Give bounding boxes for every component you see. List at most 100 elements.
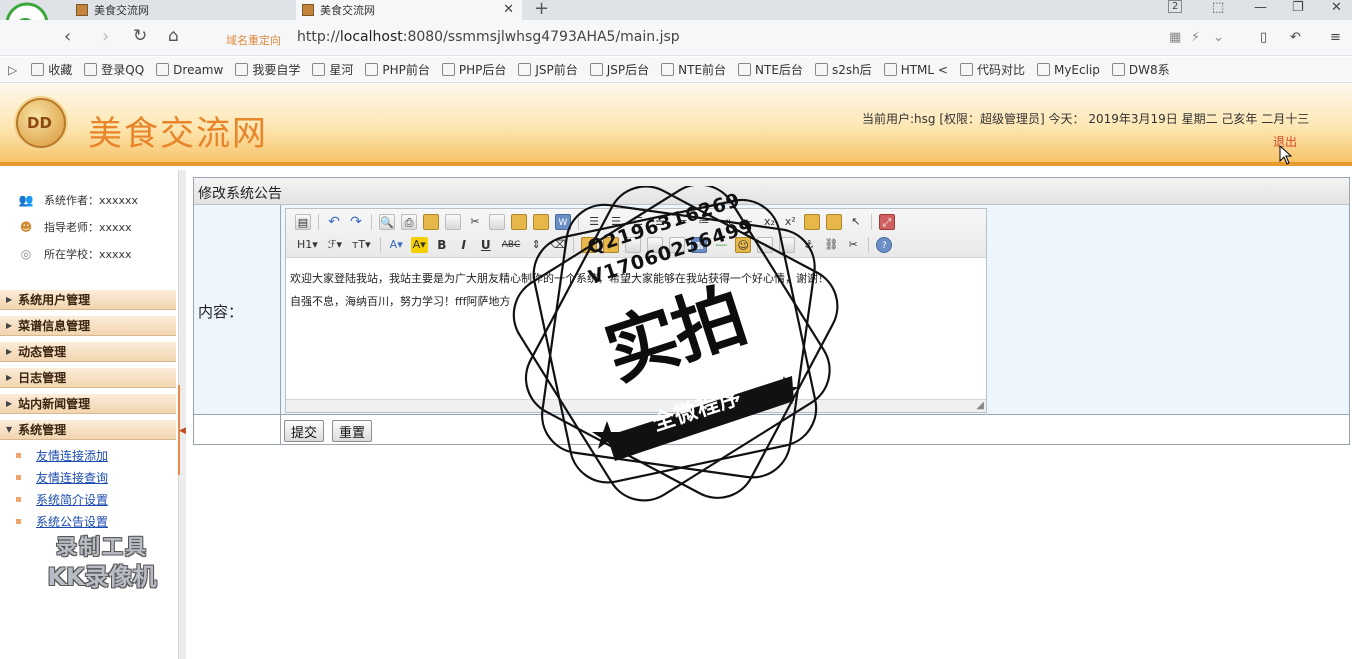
tab-1[interactable]: 美食交流网 — [70, 0, 292, 20]
home-icon[interactable]: ⌂ — [168, 26, 179, 46]
bookmark-item[interactable]: JSP前台 — [518, 61, 578, 78]
submit-button[interactable]: 提交 — [284, 420, 325, 442]
preview-icon[interactable]: 🔍 — [379, 214, 395, 230]
link-icon[interactable]: ⛓ — [823, 237, 839, 253]
bookmark-item[interactable]: 代码对比 — [959, 61, 1025, 78]
url-field[interactable]: http://localhost:8080/ssmmsjlwhsg4793AHA… — [297, 29, 680, 45]
lightning-icon[interactable]: ⚡ — [1191, 30, 1200, 45]
submenu-query-link[interactable]: 友情连接查询 — [16, 469, 108, 486]
panel-title: 修改系统公告 — [194, 178, 1349, 205]
line-height-icon[interactable]: ⇕ — [528, 237, 544, 253]
font-size-dropdown[interactable]: тT▾ — [350, 237, 373, 253]
anchor-icon[interactable]: ⚓ — [801, 237, 817, 253]
map-icon[interactable] — [757, 237, 774, 253]
bookmark-item[interactable]: NTE后台 — [738, 61, 803, 78]
italic-icon[interactable]: I — [456, 237, 472, 253]
bookmark-item[interactable]: s2sh后 — [814, 61, 872, 78]
paste-word-icon[interactable]: W — [555, 214, 571, 230]
print-icon[interactable]: ⎙ — [401, 214, 417, 230]
reader-icon[interactable]: ▯ — [1260, 30, 1267, 45]
watermark-line2: KK录像机 — [47, 563, 157, 591]
tab-count-badge[interactable]: 2 — [1168, 0, 1183, 13]
watermark-line1: 录制工具 — [56, 535, 148, 559]
bookmark-item[interactable]: 我要自学 — [235, 61, 300, 78]
bookmark-item[interactable]: DW8系 — [1111, 61, 1170, 78]
bookmark-item[interactable]: HTML < — [883, 61, 948, 78]
select-pointer-icon[interactable]: ↖ — [848, 214, 864, 230]
tab-2-active[interactable]: 美食交流网 ✕ — [296, 0, 522, 20]
close-tab-icon[interactable]: ✕ — [503, 2, 514, 17]
help-icon[interactable]: ? — [876, 237, 893, 253]
sidebar-toggle-icon[interactable]: ▷ — [8, 63, 17, 77]
submenu-link[interactable]: 系统简介设置 — [36, 491, 108, 508]
menu-recipe-management[interactable]: ▶ 菜谱信息管理 — [0, 315, 176, 336]
editor-content[interactable]: 欢迎大家登陆我站，我站主要是为广大朋友精心制作的一个系统，希望大家能够在我站获得… — [290, 267, 829, 313]
clear-format-icon[interactable] — [803, 214, 820, 230]
page-break-icon[interactable] — [779, 237, 796, 253]
bookmark-item[interactable]: Dreamw — [156, 61, 223, 78]
align-left-icon[interactable]: ☰ — [586, 214, 602, 230]
menu-log-management[interactable]: ▶ 日志管理 — [0, 367, 176, 388]
menu-user-management[interactable]: ▶ 系统用户管理 — [0, 289, 176, 310]
submenu-add-link[interactable]: 友情连接添加 — [16, 447, 108, 464]
chevron-down-icon[interactable]: ⌄ — [1213, 30, 1224, 45]
font-color-icon[interactable]: A▾ — [388, 237, 405, 253]
eraser-icon[interactable]: ⌫ — [550, 237, 566, 253]
bookmark-item[interactable]: 登录QQ — [84, 61, 144, 78]
menu-site-news-management[interactable]: ▶ 站内新闻管理 — [0, 393, 176, 414]
sidebar-info-author: 👥 系统作者：xxxxxx — [18, 192, 139, 208]
forward-icon[interactable]: › — [102, 26, 109, 47]
reset-button[interactable]: 重置 — [332, 420, 373, 442]
page-icon — [441, 63, 455, 76]
image-icon — [814, 63, 828, 76]
collapse-arrow-icon[interactable]: ◀ — [179, 426, 186, 436]
bookmark-item[interactable]: 收藏 — [31, 61, 72, 78]
select-all-icon[interactable] — [825, 214, 842, 230]
template-icon[interactable] — [423, 214, 439, 230]
reload-icon[interactable]: ↻ — [133, 26, 147, 46]
subscript-icon[interactable]: x₂ — [762, 214, 777, 230]
new-tab-icon[interactable]: + — [534, 0, 549, 19]
code-icon[interactable] — [445, 214, 461, 230]
undo-icon[interactable]: ↶ — [1290, 30, 1301, 45]
submenu-link[interactable]: 友情连接查询 — [36, 469, 108, 486]
shirt-icon[interactable]: ⬚ — [1212, 0, 1224, 15]
close-window-icon[interactable]: ✕ — [1331, 0, 1342, 15]
submenu-announcement-settings[interactable]: 系统公告设置 — [16, 513, 108, 530]
bookmark-item[interactable]: PHP前台 — [365, 61, 430, 78]
font-family-dropdown[interactable]: ℱ▾ — [326, 237, 344, 253]
underline-icon[interactable]: U — [478, 237, 494, 253]
highlight-color-icon[interactable]: A▾ — [410, 237, 428, 253]
submenu-intro-settings[interactable]: 系统简介设置 — [16, 491, 108, 508]
fullscreen-icon[interactable]: ⤢ — [878, 214, 895, 230]
redo-icon[interactable]: ↷ — [348, 214, 364, 230]
size-label: тT — [352, 238, 366, 251]
paste-icon[interactable] — [511, 214, 527, 230]
source-icon[interactable]: ▤ — [295, 214, 311, 230]
paste-text-icon[interactable] — [533, 214, 549, 230]
strikethrough-icon[interactable]: ABC — [500, 237, 522, 253]
page-icon — [738, 63, 752, 76]
undo-icon[interactable]: ↶ — [326, 214, 342, 230]
bookmark-item[interactable]: PHP后台 — [441, 61, 506, 78]
unlink-icon[interactable]: ✂ — [845, 237, 861, 253]
heading-dropdown[interactable]: H1▾ — [295, 237, 320, 253]
menu-icon[interactable]: ≡ — [1330, 30, 1341, 45]
restore-icon[interactable]: ❐ — [1292, 0, 1304, 15]
back-icon[interactable]: ‹ — [64, 26, 71, 47]
bookmark-item[interactable]: MyEclip — [1036, 61, 1100, 78]
resize-grip-icon[interactable]: ◢ — [976, 400, 984, 411]
bookmark-item[interactable]: JSP后台 — [589, 61, 649, 78]
bookmark-item[interactable]: 星河 — [312, 61, 353, 78]
grid-icon[interactable]: ▦ — [1169, 30, 1181, 45]
menu-system-management[interactable]: ▼ 系统管理 — [0, 419, 176, 440]
minimize-icon[interactable]: — — [1254, 0, 1267, 15]
bold-icon[interactable]: B — [434, 237, 450, 253]
superscript-icon[interactable]: x² — [783, 214, 798, 230]
submenu-link[interactable]: 系统公告设置 — [36, 513, 108, 530]
cut-icon[interactable]: ✂ — [467, 214, 483, 230]
bookmark-item[interactable]: NTE前台 — [661, 61, 726, 78]
submenu-link[interactable]: 友情连接添加 — [36, 447, 108, 464]
menu-news-feed-management[interactable]: ▶ 动态管理 — [0, 341, 176, 362]
copy-icon[interactable] — [489, 214, 505, 230]
